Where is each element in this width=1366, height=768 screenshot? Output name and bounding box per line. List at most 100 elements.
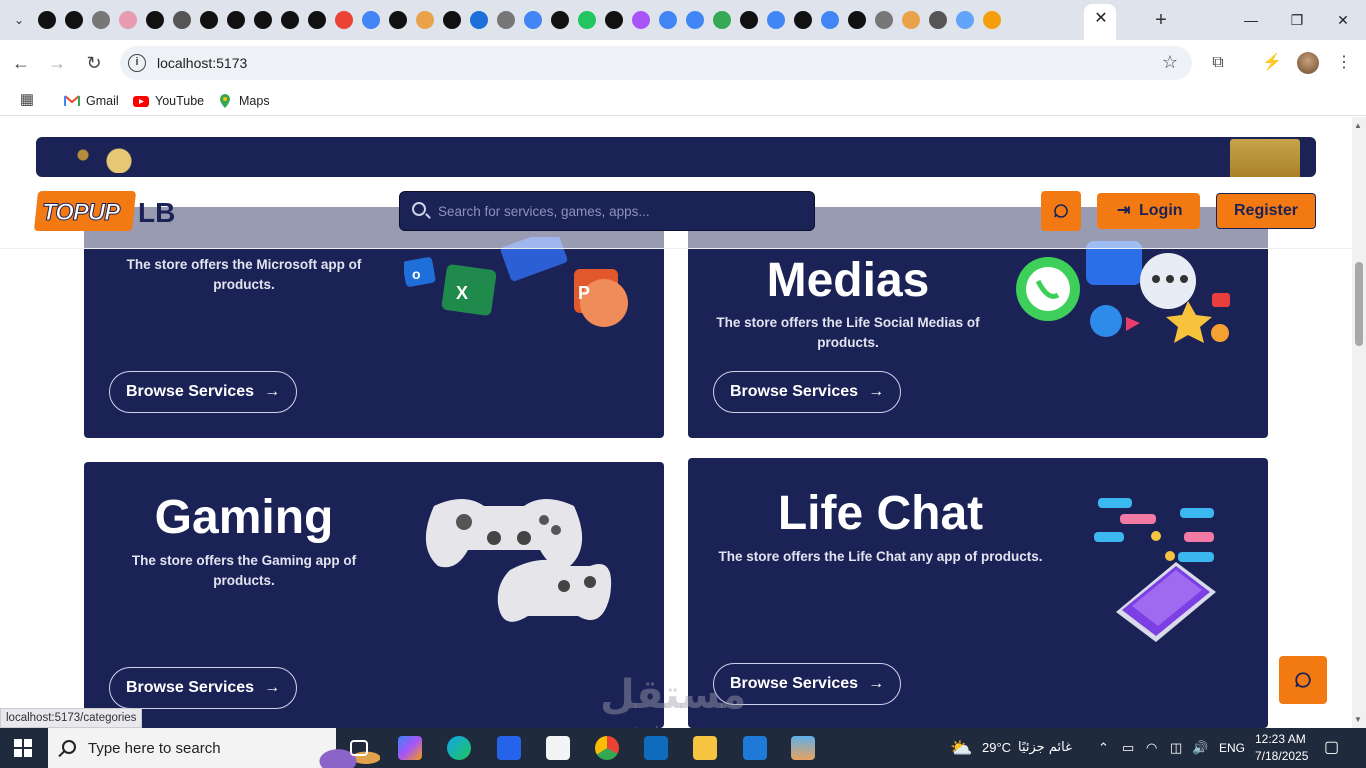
clock-date[interactable]: 7/18/2025 bbox=[1255, 748, 1308, 765]
menu-icon[interactable]: ⋮ bbox=[1333, 52, 1355, 74]
tab-favicon[interactable] bbox=[173, 11, 191, 29]
minimize-button[interactable]: — bbox=[1236, 8, 1266, 32]
tab-favicon[interactable] bbox=[821, 11, 839, 29]
outlook-icon[interactable] bbox=[644, 736, 668, 760]
site-logo[interactable]: TOPUP LB bbox=[33, 191, 176, 233]
tab-favicon[interactable] bbox=[335, 11, 353, 29]
tab-favicon[interactable] bbox=[902, 11, 920, 29]
scroll-thumb[interactable] bbox=[1355, 262, 1363, 346]
edge-icon[interactable] bbox=[447, 736, 471, 760]
tab-favicon[interactable] bbox=[578, 11, 596, 29]
tab-favicon[interactable] bbox=[794, 11, 812, 29]
site-info-icon[interactable]: i bbox=[128, 54, 146, 72]
close-tab-icon[interactable]: ✕ bbox=[1091, 9, 1111, 29]
weather-temp[interactable]: 29°C bbox=[982, 728, 1011, 768]
bookmark-gmail[interactable]: Gmail bbox=[64, 92, 119, 110]
tab-favicon[interactable] bbox=[146, 11, 164, 29]
tab-favicon[interactable] bbox=[389, 11, 407, 29]
tab-favicon[interactable] bbox=[308, 11, 326, 29]
tab-favicon[interactable] bbox=[983, 11, 1001, 29]
language-indicator[interactable]: ENG bbox=[1219, 728, 1245, 768]
tab-favicon[interactable] bbox=[740, 11, 758, 29]
chat-bubble-icon bbox=[1295, 672, 1311, 688]
url-text[interactable]: localhost:5173 bbox=[157, 55, 247, 71]
tab-favicon[interactable] bbox=[254, 11, 272, 29]
chat-button[interactable] bbox=[1041, 191, 1081, 231]
tab-favicon[interactable] bbox=[65, 11, 83, 29]
browser-tab-strip: ⌄ ✕ + — ❐ ✕ bbox=[0, 0, 1366, 40]
apps-grid-icon[interactable]: ▦ bbox=[16, 89, 38, 111]
performance-icon[interactable]: ⚡ bbox=[1261, 52, 1283, 74]
close-window-button[interactable]: ✕ bbox=[1328, 8, 1358, 32]
login-button[interactable]: ⇥ Login bbox=[1097, 193, 1200, 229]
volume-icon[interactable]: 🔊 bbox=[1192, 728, 1208, 768]
tab-favicon[interactable] bbox=[875, 11, 893, 29]
tab-favicon[interactable] bbox=[659, 11, 677, 29]
tab-favicon[interactable] bbox=[227, 11, 245, 29]
back-icon[interactable]: ← bbox=[10, 52, 32, 74]
tab-favicon[interactable] bbox=[470, 11, 488, 29]
tab-favicon[interactable] bbox=[119, 11, 137, 29]
page-scrollbar[interactable]: ▲ ▼ bbox=[1352, 117, 1366, 728]
tab-favicon[interactable] bbox=[416, 11, 434, 29]
bookmark-star-icon[interactable]: ☆ bbox=[1162, 52, 1178, 73]
arrow-right-icon: → bbox=[868, 675, 885, 692]
photos-icon[interactable] bbox=[497, 736, 521, 760]
tab-favicon[interactable] bbox=[551, 11, 569, 29]
tab-favicon[interactable] bbox=[848, 11, 866, 29]
taskbar-search-box[interactable]: Type here to search bbox=[48, 728, 380, 768]
tab-favicon[interactable] bbox=[605, 11, 623, 29]
file-explorer-icon[interactable] bbox=[693, 736, 717, 760]
vscode-icon[interactable] bbox=[743, 736, 767, 760]
tab-favicon[interactable] bbox=[524, 11, 542, 29]
register-button[interactable]: Register bbox=[1216, 193, 1316, 229]
extensions-icon[interactable]: ⧉ bbox=[1207, 52, 1229, 74]
tab-favicon[interactable] bbox=[632, 11, 650, 29]
maximize-button[interactable]: ❐ bbox=[1282, 8, 1312, 32]
tab-favicon[interactable] bbox=[362, 11, 380, 29]
tab-favicon[interactable] bbox=[200, 11, 218, 29]
wifi-icon[interactable]: ◠ bbox=[1146, 728, 1157, 768]
floating-chat-button[interactable] bbox=[1279, 656, 1327, 704]
social-media-illustration bbox=[1008, 237, 1238, 347]
tab-favicon[interactable] bbox=[443, 11, 461, 29]
tab-favicon[interactable] bbox=[929, 11, 947, 29]
tab-favicon[interactable] bbox=[281, 11, 299, 29]
copilot-icon[interactable] bbox=[398, 736, 422, 760]
store-icon[interactable] bbox=[546, 736, 570, 760]
bookmark-youtube[interactable]: YouTube bbox=[133, 92, 204, 110]
battery-icon[interactable]: ▭ bbox=[1122, 728, 1134, 768]
browse-services-button[interactable]: Browse Services → bbox=[109, 667, 298, 709]
site-search-bar[interactable] bbox=[399, 191, 815, 231]
windows-start-icon[interactable] bbox=[14, 739, 32, 757]
tab-favicon[interactable] bbox=[767, 11, 785, 29]
tab-favicon[interactable] bbox=[92, 11, 110, 29]
tab-favicon[interactable] bbox=[713, 11, 731, 29]
office-apps-illustration: o X P bbox=[402, 228, 644, 357]
app-icon[interactable] bbox=[791, 736, 815, 760]
tab-favicon[interactable] bbox=[686, 11, 704, 29]
reload-icon[interactable]: ↻ bbox=[83, 52, 105, 74]
address-bar[interactable]: i localhost:5173 ☆ bbox=[120, 46, 1192, 80]
tab-favicon[interactable] bbox=[956, 11, 974, 29]
weather-desc[interactable]: غائم جزئيًا bbox=[1018, 728, 1072, 768]
show-hidden-icons-icon[interactable]: ⌃ bbox=[1098, 728, 1109, 768]
weather-icon[interactable]: ⛅ bbox=[950, 728, 972, 768]
tab-favicon[interactable] bbox=[38, 11, 56, 29]
scroll-down-arrow-icon[interactable]: ▼ bbox=[1354, 715, 1362, 724]
meet-icon[interactable]: ◫ bbox=[1170, 728, 1182, 768]
task-view-icon[interactable] bbox=[350, 740, 368, 756]
browse-services-button[interactable]: Browse Services → bbox=[713, 371, 902, 413]
chrome-icon[interactable] bbox=[595, 736, 619, 760]
clock-time[interactable]: 12:23 AM bbox=[1255, 731, 1306, 748]
browse-services-button[interactable]: Browse Services → bbox=[109, 371, 298, 413]
tab-favicon[interactable] bbox=[497, 11, 515, 29]
profile-avatar[interactable] bbox=[1297, 52, 1319, 74]
bookmark-maps[interactable]: Maps bbox=[217, 92, 270, 110]
tab-search-dropdown-icon[interactable]: ⌄ bbox=[8, 9, 30, 31]
forward-icon[interactable]: → bbox=[46, 52, 68, 74]
scroll-up-arrow-icon[interactable]: ▲ bbox=[1354, 121, 1362, 130]
new-tab-button[interactable]: + bbox=[1150, 9, 1172, 31]
notifications-icon[interactable]: ▢ bbox=[1324, 728, 1339, 768]
site-search-input[interactable] bbox=[438, 200, 798, 222]
